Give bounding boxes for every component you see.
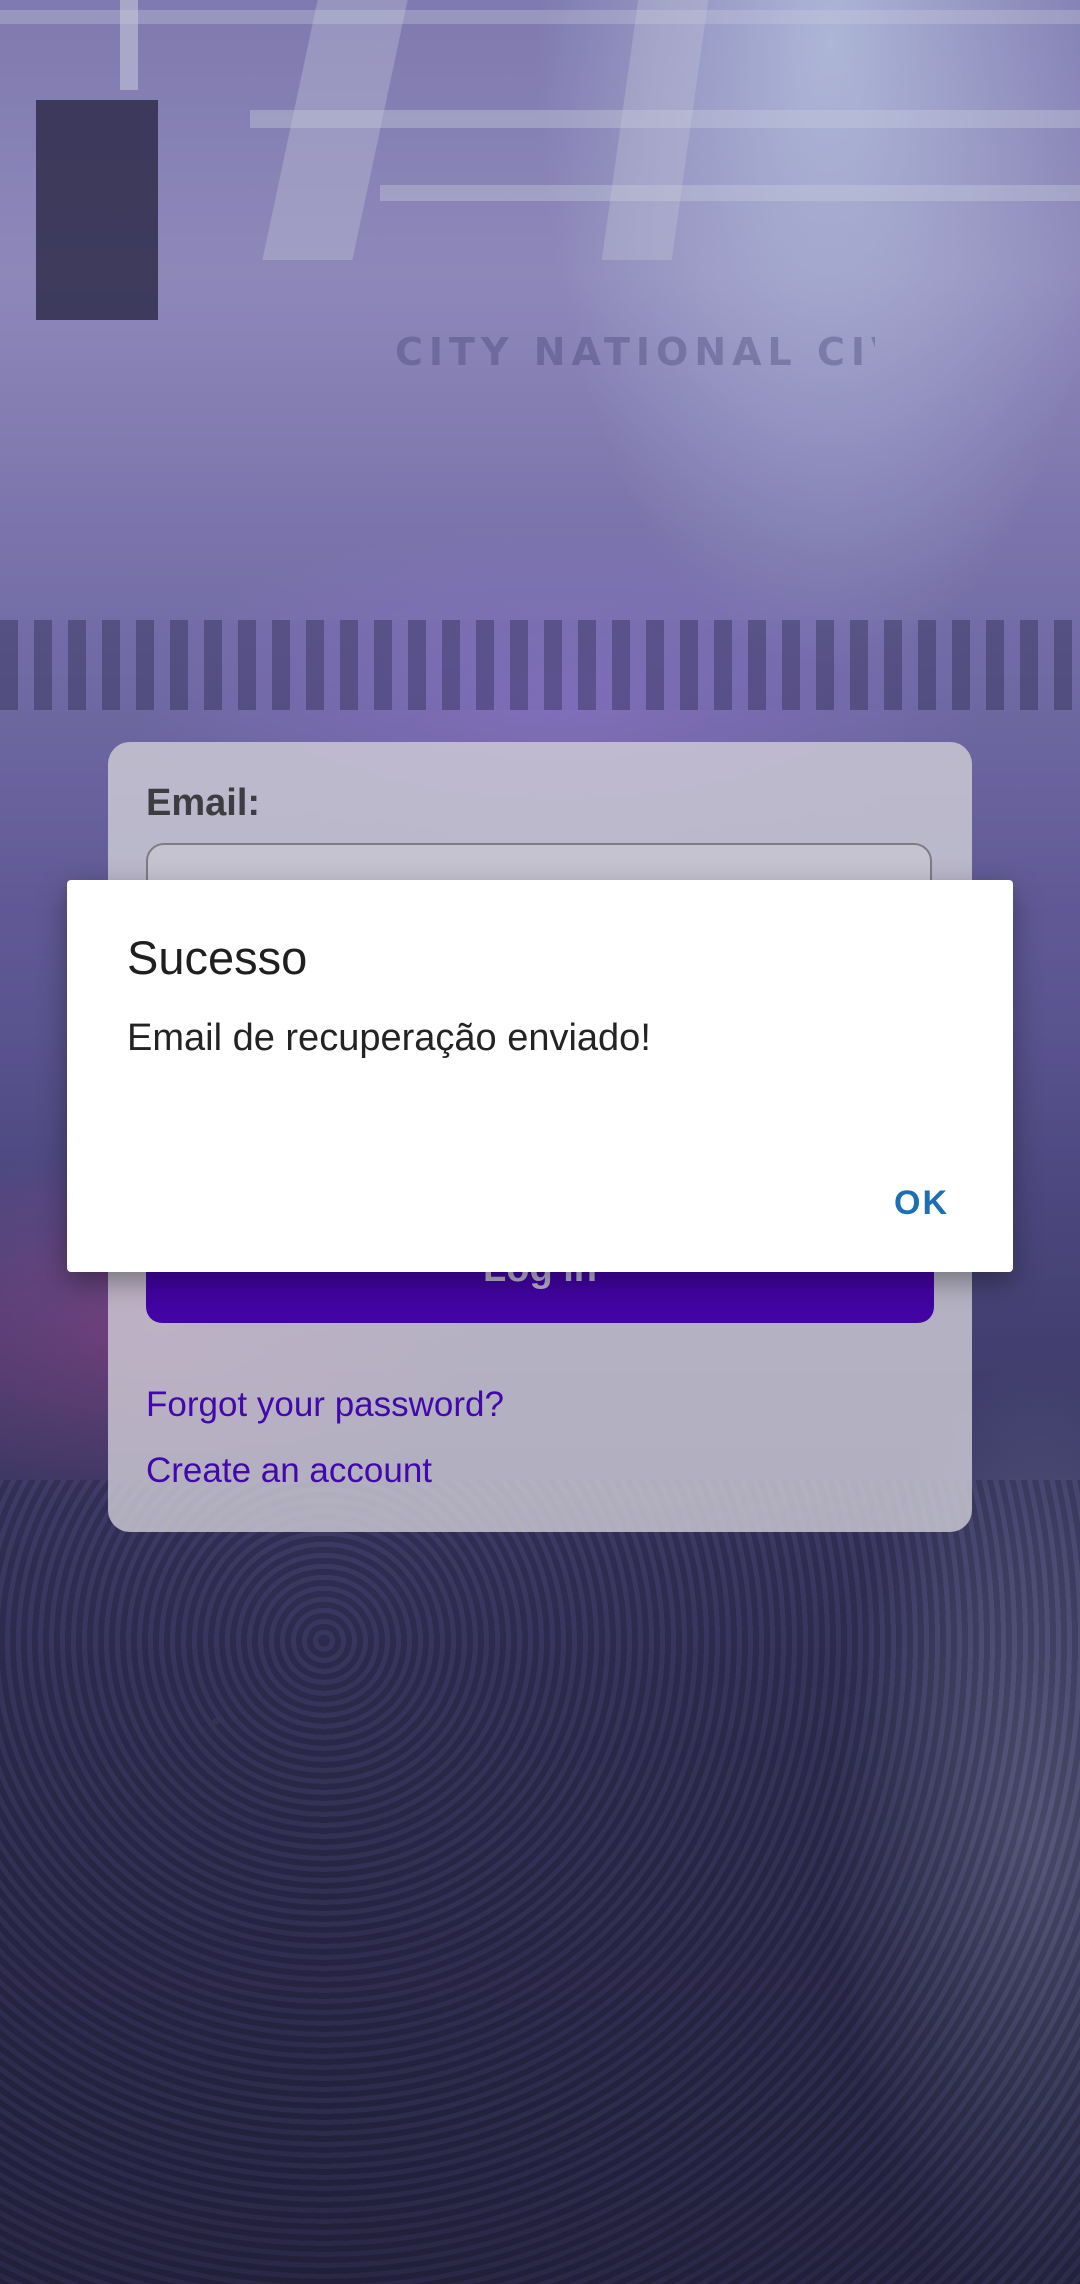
dialog-message: Email de recuperação enviado! [127, 1017, 651, 1059]
ok-button[interactable]: OK [882, 1178, 961, 1229]
dialog-title: Sucesso [127, 931, 308, 984]
success-dialog: Sucesso Email de recuperação enviado! OK [67, 880, 1013, 1272]
